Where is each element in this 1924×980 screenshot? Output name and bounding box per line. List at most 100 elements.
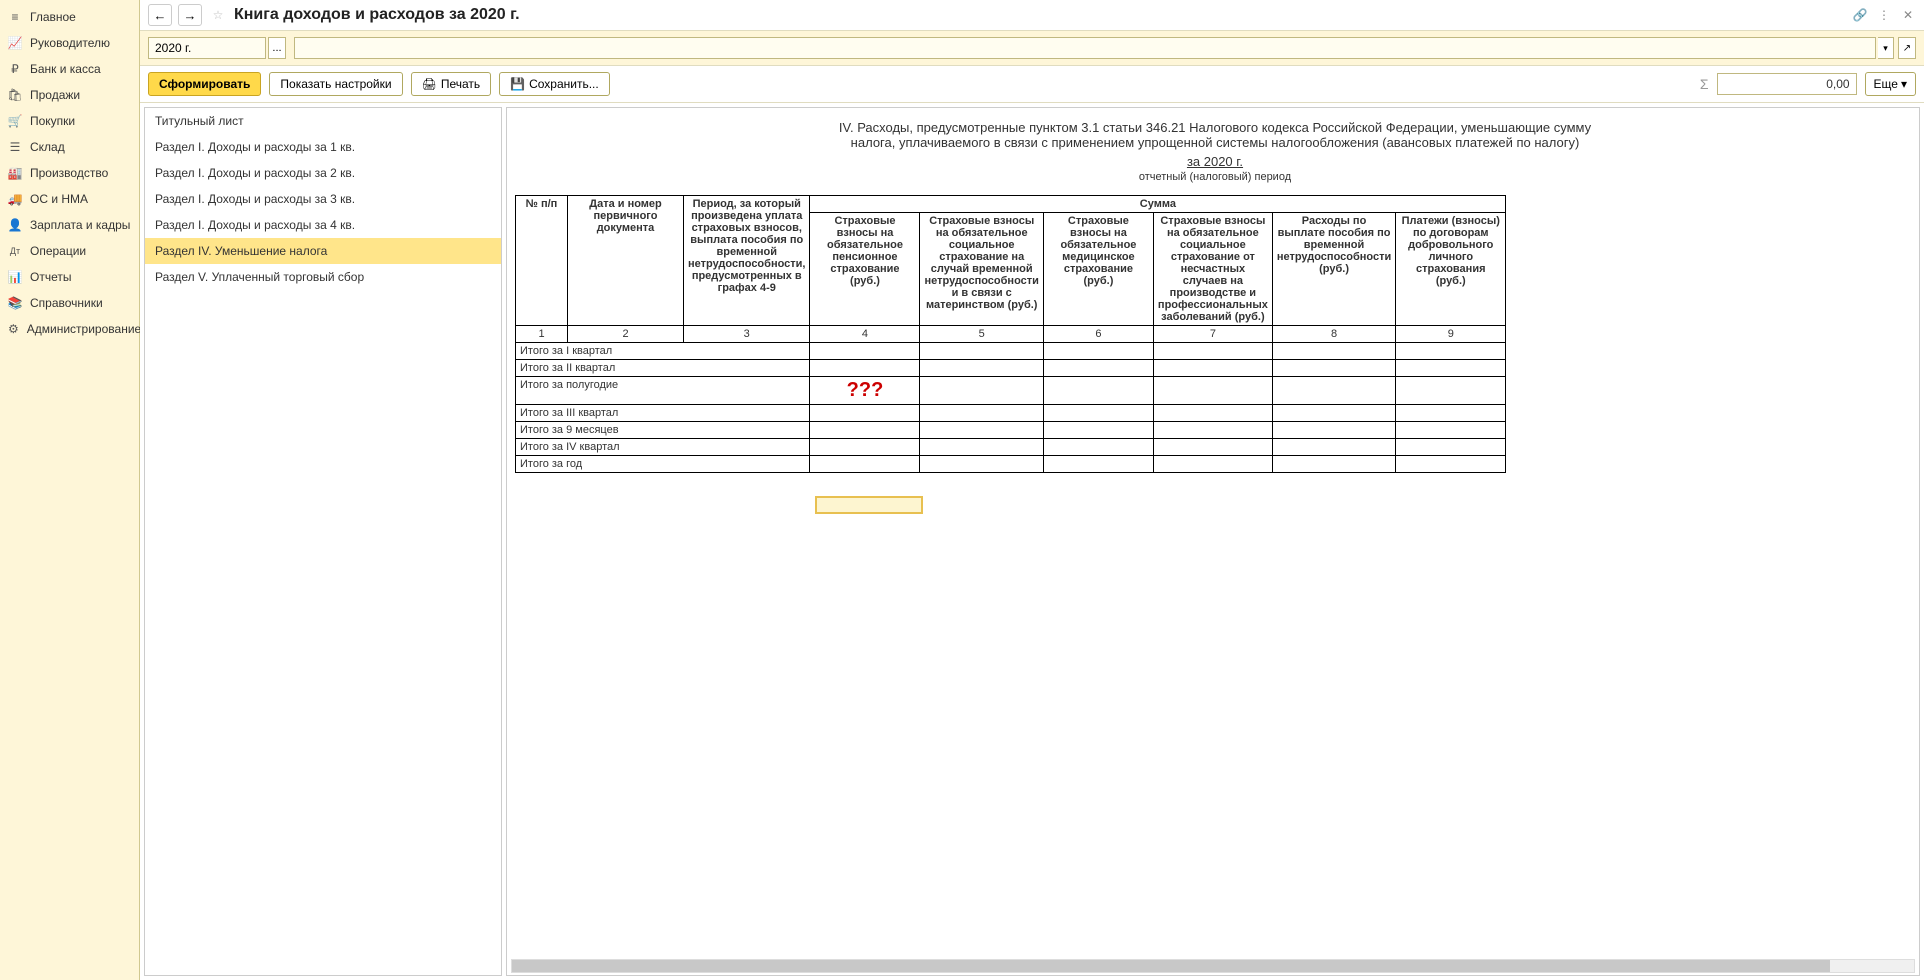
- col-header-6: Страховые взносы на обязательное медицин…: [1043, 213, 1153, 326]
- selected-cell-highlight[interactable]: [815, 496, 923, 514]
- table-row[interactable]: Итого за год: [516, 456, 1506, 473]
- sidebar-item-purchases[interactable]: 🛒 Покупки: [0, 108, 139, 134]
- annotation-question-marks: ???: [810, 377, 920, 405]
- truck-icon: 🚚: [8, 192, 22, 206]
- close-icon[interactable]: ✕: [1900, 7, 1916, 23]
- sidebar-item-references[interactable]: 📚 Справочники: [0, 290, 139, 316]
- more-button[interactable]: Еще▾: [1865, 72, 1916, 96]
- sidebar-item-manager[interactable]: 📈 Руководителю: [0, 30, 139, 56]
- sidebar-label: ОС и НМА: [30, 192, 88, 206]
- sidebar-label: Банк и касса: [30, 62, 101, 76]
- sidebar-item-main[interactable]: ≡ Главное: [0, 4, 139, 30]
- section-item-q4[interactable]: Раздел I. Доходы и расходы за 4 кв.: [145, 212, 501, 238]
- col-header-5: Страховые взносы на обязательное социаль…: [920, 213, 1043, 326]
- report-period: за 2020 г.: [531, 154, 1899, 169]
- table-row[interactable]: Итого за 9 месяцев: [516, 422, 1506, 439]
- sum-value[interactable]: 0,00: [1717, 73, 1857, 95]
- sidebar-label: Производство: [30, 166, 108, 180]
- form-button[interactable]: Сформировать: [148, 72, 261, 96]
- sidebar-label: Отчеты: [30, 270, 71, 284]
- table-row[interactable]: Итого за IV квартал: [516, 439, 1506, 456]
- section-item-q2[interactable]: Раздел I. Доходы и расходы за 2 кв.: [145, 160, 501, 186]
- link-icon[interactable]: 🔗: [1852, 7, 1868, 23]
- sidebar-item-admin[interactable]: ⚙ Администрирование: [0, 316, 139, 342]
- sidebar-item-production[interactable]: 🏭 Производство: [0, 160, 139, 186]
- sidebar-item-bank[interactable]: ₽ Банк и касса: [0, 56, 139, 82]
- section-item-title[interactable]: Титульный лист: [145, 108, 501, 134]
- table-row[interactable]: Итого за I квартал: [516, 343, 1506, 360]
- col-header-8: Расходы по выплате пособия по временной …: [1272, 213, 1395, 326]
- organization-dropdown-button[interactable]: ▾: [1878, 37, 1894, 59]
- sections-list: Титульный лист Раздел I. Доходы и расход…: [144, 107, 502, 976]
- cart-icon: 🛒: [8, 114, 22, 128]
- col-header-7: Страховые взносы на обязательное социаль…: [1153, 213, 1272, 326]
- section-item-q3[interactable]: Раздел I. Доходы и расходы за 3 кв.: [145, 186, 501, 212]
- sidebar-item-os-nma[interactable]: 🚚 ОС и НМА: [0, 186, 139, 212]
- main-area: ← → ☆ Книга доходов и расходов за 2020 г…: [140, 0, 1924, 980]
- sidebar-label: Покупки: [30, 114, 75, 128]
- printer-icon: 🖨: [422, 77, 437, 91]
- gear-icon: ⚙: [8, 322, 19, 336]
- organization-input[interactable]: [294, 37, 1876, 59]
- sidebar-label: Операции: [30, 244, 86, 258]
- table-row[interactable]: Итого за полугодие???: [516, 377, 1506, 405]
- books-icon: 📚: [8, 296, 22, 310]
- print-button[interactable]: 🖨Печать: [411, 72, 492, 96]
- col-header-period: Период, за который произведена уплата ст…: [684, 196, 810, 326]
- scrollbar-thumb[interactable]: [512, 960, 1830, 972]
- report-title-line2: налога, уплачиваемого в связи с применен…: [531, 135, 1899, 150]
- report-title-line1: IV. Расходы, предусмотренные пунктом 3.1…: [531, 120, 1899, 135]
- toolbar: Сформировать Показать настройки 🖨Печать …: [140, 66, 1924, 103]
- titlebar: ← → ☆ Книга доходов и расходов за 2020 г…: [140, 0, 1924, 31]
- horizontal-scrollbar[interactable]: [511, 959, 1915, 973]
- page-title: Книга доходов и расходов за 2020 г.: [234, 6, 520, 24]
- forward-button[interactable]: →: [178, 4, 202, 26]
- chart-icon: 📈: [8, 36, 22, 50]
- factory-icon: 🏭: [8, 166, 22, 180]
- period-input[interactable]: [148, 37, 266, 59]
- sidebar-label: Администрирование: [27, 322, 141, 336]
- save-button[interactable]: 💾Сохранить...: [499, 72, 610, 96]
- left-sidebar: ≡ Главное 📈 Руководителю ₽ Банк и касса 🛍 Пр…: [0, 0, 140, 980]
- sidebar-item-operations[interactable]: Дт Операции: [0, 238, 139, 264]
- section-item-section5[interactable]: Раздел V. Уплаченный торговый сбор: [145, 264, 501, 290]
- table-row[interactable]: Итого за II квартал: [516, 360, 1506, 377]
- stack-icon: ☰: [8, 140, 22, 154]
- back-button[interactable]: ←: [148, 4, 172, 26]
- bag-icon: 🛍: [8, 88, 22, 102]
- period-row: ... ▾ ↗: [140, 31, 1924, 66]
- sum-sigma-icon: Σ: [1700, 76, 1709, 92]
- col-header-9: Платежи (взносы) по договорам добровольн…: [1396, 213, 1506, 326]
- organization-open-button[interactable]: ↗: [1898, 37, 1916, 59]
- sidebar-item-salary[interactable]: 👤Зарплата и кадры: [0, 212, 139, 238]
- col-header-num: № п/п: [516, 196, 568, 326]
- table-row[interactable]: Итого за III квартал: [516, 405, 1506, 422]
- menu-icon: ≡: [8, 10, 22, 24]
- sidebar-item-reports[interactable]: 📊 Отчеты: [0, 264, 139, 290]
- period-picker-button[interactable]: ...: [268, 37, 286, 59]
- col-header-sum: Сумма: [810, 196, 1506, 213]
- sidebar-item-warehouse[interactable]: ☰ Склад: [0, 134, 139, 160]
- bars-icon: 📊: [8, 270, 22, 284]
- section-item-q1[interactable]: Раздел I. Доходы и расходы за 1 кв.: [145, 134, 501, 160]
- report-subtitle: отчетный (налоговый) период: [531, 171, 1899, 183]
- person-icon: 👤: [8, 218, 22, 232]
- sidebar-item-sales[interactable]: 🛍 Продажи: [0, 82, 139, 108]
- show-settings-button[interactable]: Показать настройки: [269, 72, 402, 96]
- report-pane[interactable]: IV. Расходы, предусмотренные пунктом 3.1…: [506, 107, 1920, 976]
- sidebar-label: Справочники: [30, 296, 103, 310]
- chevron-down-icon: ▾: [1901, 77, 1907, 91]
- sidebar-label: Главное: [30, 10, 76, 24]
- diskette-icon: 💾: [510, 77, 525, 91]
- more-vertical-icon[interactable]: ⋮: [1876, 7, 1892, 23]
- sidebar-label: Склад: [30, 140, 65, 154]
- sidebar-label: Руководителю: [30, 36, 110, 50]
- section-item-section4[interactable]: Раздел IV. Уменьшение налога: [145, 238, 501, 264]
- col-header-4: Страховые взносы на обязательное пенсион…: [810, 213, 920, 326]
- favorite-star-icon[interactable]: ☆: [208, 5, 228, 25]
- sidebar-label: Продажи: [30, 88, 80, 102]
- col-header-doc: Дата и номер первичного документа: [568, 196, 684, 326]
- ruble-icon: ₽: [8, 62, 22, 76]
- report-table: № п/п Дата и номер первичного документа …: [515, 195, 1506, 473]
- dtkt-icon: Дт: [8, 244, 22, 258]
